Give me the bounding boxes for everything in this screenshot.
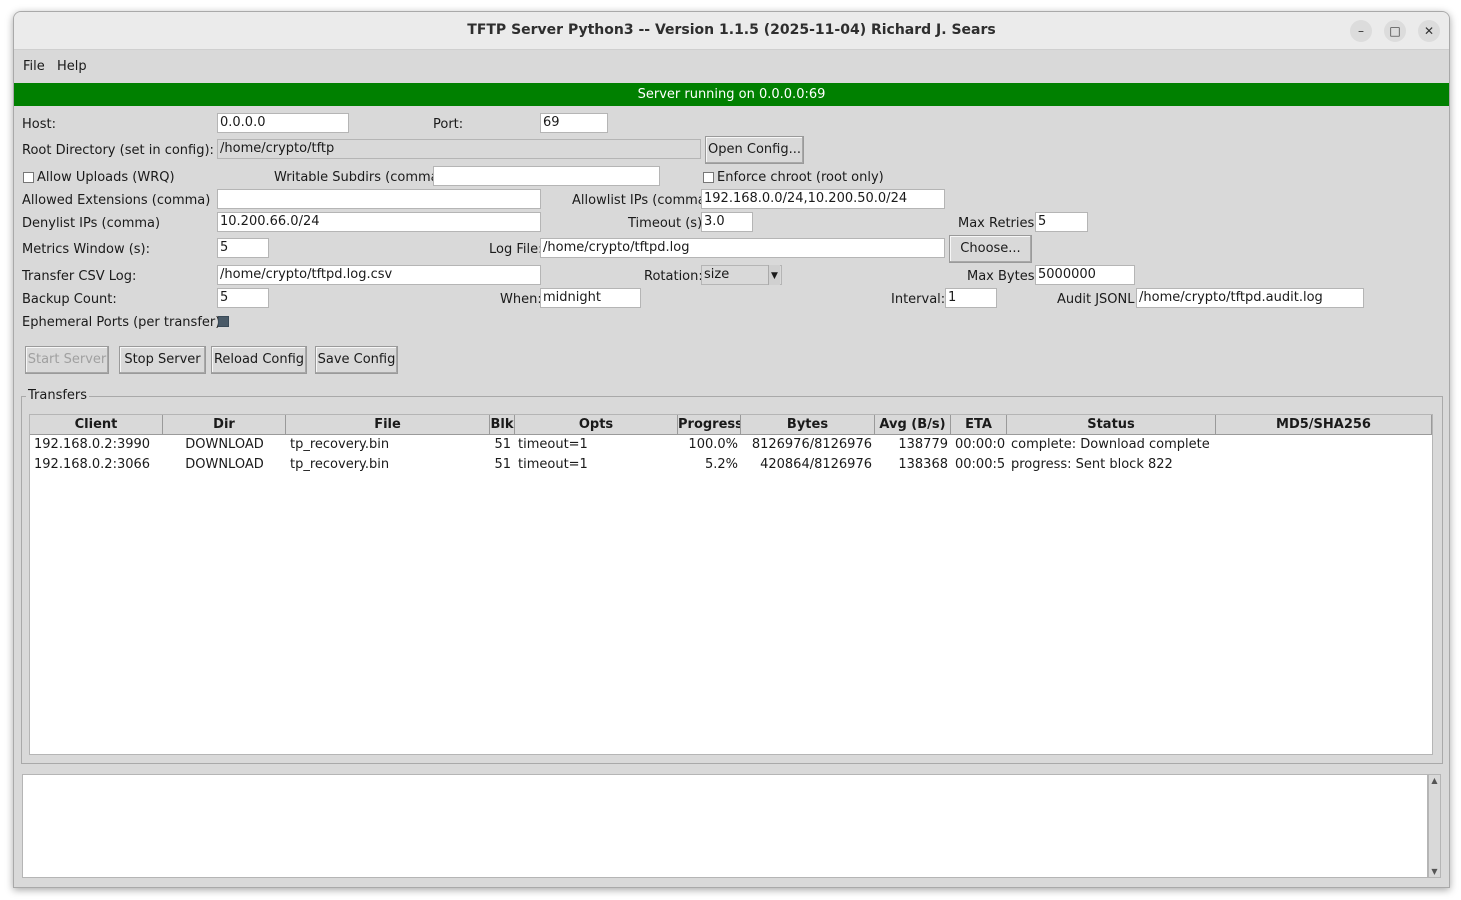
ephemeral-ports-label: Ephemeral Ports (per transfer): — [22, 315, 225, 330]
maximize-button[interactable]: □ — [1384, 20, 1406, 42]
cell-bytes: 8126976/8126976 — [751, 437, 872, 452]
stop-server-button[interactable]: Stop Server — [119, 346, 206, 374]
transfer-csv-log-label: Transfer CSV Log: — [22, 269, 137, 284]
timeout-label: Timeout (s): — [628, 216, 707, 231]
cell-avg: 138368 — [898, 457, 948, 472]
transfers-group-title: Transfers — [26, 388, 90, 403]
column-header-file[interactable]: File — [286, 415, 490, 435]
audit-jsonl-label: Audit JSONL: — [1057, 292, 1139, 307]
scroll-up-icon[interactable]: ▲ — [1429, 775, 1440, 786]
cell-bytes: 420864/8126976 — [760, 457, 872, 472]
max-retries-input[interactable]: 5 — [1035, 212, 1088, 232]
backup-count-label: Backup Count: — [22, 292, 117, 307]
enforce-chroot-checkbox[interactable] — [703, 172, 714, 183]
close-button[interactable]: ✕ — [1418, 20, 1440, 42]
port-label: Port: — [433, 117, 464, 132]
title-bar: TFTP Server Python3 -- Version 1.1.5 (20… — [14, 12, 1449, 50]
column-header-opts[interactable]: Opts — [515, 415, 678, 435]
writable-subdirs-input[interactable] — [433, 166, 660, 186]
host-label: Host: — [22, 117, 56, 132]
transfer-csv-log-input[interactable]: /home/crypto/tftpd.log.csv — [217, 265, 541, 285]
minimize-button[interactable]: – — [1350, 20, 1372, 42]
window-title: TFTP Server Python3 -- Version 1.1.5 (20… — [467, 22, 996, 38]
port-input[interactable]: 69 — [540, 113, 608, 133]
cell-file: tp_recovery.bin — [290, 457, 390, 472]
column-header-client[interactable]: Client — [30, 415, 163, 435]
allowed-extensions-label: Allowed Extensions (comma) — [22, 193, 211, 208]
allowlist-ips-label: Allowlist IPs (comma) — [572, 193, 711, 208]
denylist-ips-label: Denylist IPs (comma) — [22, 216, 161, 231]
column-header-status[interactable]: Status — [1007, 415, 1216, 435]
save-config-button[interactable]: Save Config — [315, 346, 398, 374]
cell-opts: timeout=1 — [518, 437, 588, 452]
app-window: TFTP Server Python3 -- Version 1.1.5 (20… — [13, 11, 1450, 888]
allow-uploads-checkbox[interactable] — [23, 172, 34, 183]
cell-dir: DOWNLOAD — [185, 457, 264, 472]
enforce-chroot-label: Enforce chroot (root only) — [717, 170, 884, 185]
interval-input[interactable]: 1 — [945, 288, 997, 308]
log-scrollbar[interactable]: ▲ ▼ — [1428, 774, 1441, 878]
column-header-avg[interactable]: Avg (B/s) — [875, 415, 951, 435]
timeout-input[interactable]: 3.0 — [701, 212, 753, 232]
menu-file[interactable]: File — [23, 59, 45, 74]
metrics-window-label: Metrics Window (s): — [22, 242, 151, 257]
cell-opts: timeout=1 — [518, 457, 588, 472]
rotation-label: Rotation: — [644, 269, 703, 284]
host-input[interactable]: 0.0.0.0 — [217, 113, 349, 133]
backup-count-input[interactable]: 5 — [217, 288, 269, 308]
cell-blk: 51 — [494, 457, 511, 472]
server-status-banner: Server running on 0.0.0.0:69 — [14, 83, 1449, 106]
cell-progress: 5.2% — [704, 457, 738, 472]
audit-jsonl-input[interactable]: /home/crypto/tftpd.audit.log — [1136, 288, 1364, 308]
log-file-label: Log File: — [489, 242, 543, 257]
max-retries-label: Max Retries: — [958, 216, 1039, 231]
writable-subdirs-label: Writable Subdirs (comma) — [274, 170, 444, 185]
cell-blk: 51 — [494, 437, 511, 452]
allow-uploads-label: Allow Uploads (WRQ) — [37, 170, 175, 185]
root-directory-field: /home/crypto/tftp — [217, 139, 701, 159]
cell-hash — [1220, 435, 1430, 455]
root-directory-label: Root Directory (set in config): — [22, 143, 214, 158]
denylist-ips-input[interactable]: 10.200.66.0/24 — [217, 212, 541, 232]
ephemeral-ports-checkbox[interactable] — [218, 316, 229, 327]
allowlist-ips-input[interactable]: 192.168.0.0/24,10.200.50.0/24 — [701, 189, 945, 209]
start-server-button[interactable]: Start Server — [25, 346, 109, 374]
metrics-window-input[interactable]: 5 — [217, 238, 269, 258]
cell-dir: DOWNLOAD — [185, 437, 264, 452]
max-bytes-input[interactable]: 5000000 — [1035, 265, 1135, 285]
log-output-text[interactable] — [22, 774, 1428, 878]
column-header-bytes[interactable]: Bytes — [741, 415, 875, 435]
chevron-down-icon[interactable]: ▼ — [768, 265, 780, 285]
interval-label: Interval: — [891, 292, 946, 307]
open-config-button[interactable]: Open Config... — [705, 136, 804, 164]
cell-file: tp_recovery.bin — [290, 437, 390, 452]
allowed-extensions-input[interactable] — [217, 189, 541, 209]
cell-eta: 00:00:5 — [955, 457, 1005, 472]
column-header-eta[interactable]: ETA — [951, 415, 1007, 435]
when-input[interactable]: midnight — [540, 288, 641, 308]
reload-config-button[interactable]: Reload Config — [211, 346, 307, 374]
log-file-input[interactable]: /home/crypto/tftpd.log — [540, 238, 945, 258]
cell-hash — [1220, 455, 1430, 475]
cell-eta: 00:00:0 — [955, 437, 1005, 452]
cell-avg: 138779 — [898, 437, 948, 452]
menu-bar: File Help — [14, 50, 1449, 83]
column-header-progress[interactable]: Progress — [678, 415, 741, 435]
max-bytes-label: Max Bytes: — [967, 269, 1039, 284]
choose-log-file-button[interactable]: Choose... — [949, 235, 1032, 263]
column-header-hash[interactable]: MD5/SHA256 — [1216, 415, 1432, 435]
menu-help[interactable]: Help — [57, 59, 87, 74]
when-label: When: — [500, 292, 542, 307]
transfers-table[interactable]: Client Dir File Blk Opts Progress Bytes … — [29, 414, 1433, 755]
cell-client: 192.168.0.2:3066 — [34, 457, 151, 472]
cell-client: 192.168.0.2:3990 — [34, 437, 151, 452]
column-header-blk[interactable]: Blk — [490, 415, 515, 435]
cell-progress: 100.0% — [688, 437, 738, 452]
cell-status: progress: Sent block 822 — [1011, 457, 1173, 472]
column-header-dir[interactable]: Dir — [163, 415, 286, 435]
scroll-down-icon[interactable]: ▼ — [1429, 866, 1440, 877]
cell-status: complete: Download complete — [1011, 437, 1210, 452]
